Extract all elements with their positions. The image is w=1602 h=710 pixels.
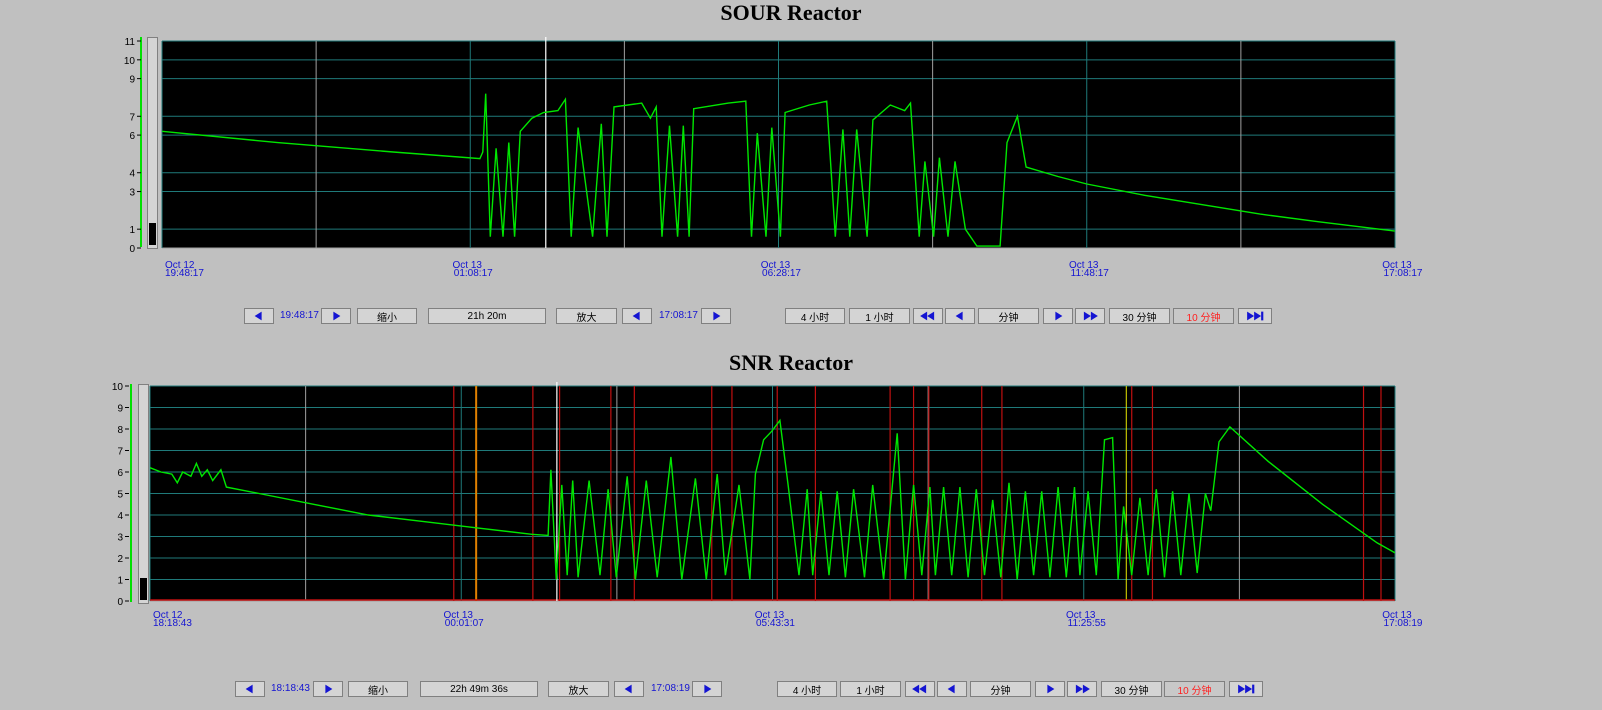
fast-forward-button[interactable] (1075, 308, 1105, 324)
arrow-left-icon (912, 684, 927, 694)
y-tick-label: 2 (117, 554, 123, 565)
x-tick-time: 19:48:17 (165, 268, 204, 279)
y-tick-label: 4 (129, 169, 135, 180)
x-tick-time: 11:25:55 (1068, 618, 1107, 629)
arrow-right-icon (325, 684, 333, 694)
y-tick-label: 10 (112, 382, 124, 393)
x-tick-time: 00:01:07 (445, 618, 484, 629)
time-span-display: 21h 20m (428, 308, 546, 324)
y-tick-label: 0 (129, 244, 135, 255)
range-1-hour-button[interactable]: 1 小时 (840, 681, 901, 697)
range-10-min-button[interactable]: 10 分钟 (1164, 681, 1225, 697)
arrow-left-icon (947, 684, 955, 694)
step-back-button[interactable] (937, 681, 967, 697)
range-30-min-button[interactable]: 30 分钟 (1109, 308, 1170, 324)
step-forward-button[interactable] (1035, 681, 1065, 697)
arrow-left-icon (955, 311, 963, 321)
zoom-in-button[interactable]: 放大 (548, 681, 609, 697)
arrow-right-icon (704, 684, 712, 694)
scroll-right-button[interactable] (313, 681, 343, 697)
time-span-display: 22h 49m 36s (420, 681, 538, 697)
zoom-in-button[interactable]: 放大 (556, 308, 617, 324)
fast-back-button[interactable] (913, 308, 943, 324)
y-tick-label: 10 (124, 56, 136, 67)
range-minutes-button[interactable]: 分钟 (978, 308, 1039, 324)
end-scroll-left-button[interactable] (622, 308, 652, 324)
arrow-right-icon (713, 311, 721, 321)
y-tick-label: 8 (117, 425, 123, 436)
jump-to-end-button[interactable] (1229, 681, 1263, 697)
skip-end-icon (1247, 311, 1264, 321)
range-30-min-button[interactable]: 30 分钟 (1101, 681, 1162, 697)
arrow-left-icon (624, 684, 632, 694)
arrow-right-icon (333, 311, 341, 321)
arrow-right-icon (1055, 311, 1063, 321)
y-tick-label: 0 (117, 597, 123, 608)
fast-back-button[interactable] (905, 681, 935, 697)
x-tick-time: 11:48:17 (1071, 268, 1110, 279)
scroll-left-button[interactable] (235, 681, 265, 697)
end-scroll-left-button[interactable] (614, 681, 644, 697)
y-tick-label: 6 (117, 468, 123, 479)
end-scroll-right-button[interactable] (701, 308, 731, 324)
scroll-right-button[interactable] (321, 308, 351, 324)
arrow-left-icon (632, 311, 640, 321)
x-tick-time: 01:08:17 (454, 268, 493, 279)
arrow-left-icon (920, 311, 935, 321)
arrow-left-icon (254, 311, 262, 321)
arrow-right-icon (1075, 684, 1090, 694)
y-tick-label: 9 (117, 404, 123, 415)
end-time-label: 17:08:17 (659, 310, 698, 321)
end-time-label: 17:08:19 (651, 683, 690, 694)
end-scroll-right-button[interactable] (692, 681, 722, 697)
fast-forward-button[interactable] (1067, 681, 1097, 697)
range-1-hour-button[interactable]: 1 小时 (849, 308, 910, 324)
zoom-out-button[interactable]: 缩小 (357, 308, 417, 324)
x-tick-time: 18:18:43 (153, 618, 192, 629)
x-tick-time: 05:43:31 (756, 618, 795, 629)
start-time-label: 19:48:17 (280, 310, 319, 321)
range-4-hours-button[interactable]: 4 小时 (785, 308, 845, 324)
skip-end-icon (1238, 684, 1255, 694)
x-tick-time: 17:08:17 (1384, 268, 1423, 279)
range-minutes-button[interactable]: 分钟 (970, 681, 1031, 697)
y-tick-label: 7 (129, 112, 135, 123)
y-tick-label: 7 (117, 447, 123, 458)
step-back-button[interactable] (945, 308, 975, 324)
plot-area[interactable]: 01346791011Oct 1219:48:17Oct 1301:08:17O… (0, 0, 1602, 300)
y-tick-label: 9 (129, 75, 135, 86)
y-tick-label: 6 (129, 131, 135, 142)
start-time-label: 18:18:43 (271, 683, 310, 694)
y-tick-label: 11 (125, 37, 136, 48)
arrow-left-icon (245, 684, 253, 694)
x-tick-time: 06:28:17 (762, 268, 801, 279)
zoom-out-button[interactable]: 缩小 (348, 681, 408, 697)
arrow-right-icon (1047, 684, 1055, 694)
jump-to-end-button[interactable] (1238, 308, 1272, 324)
y-tick-label: 1 (117, 576, 123, 587)
arrow-right-icon (1083, 311, 1098, 321)
scroll-left-button[interactable] (244, 308, 274, 324)
x-tick-time: 17:08:19 (1384, 618, 1423, 629)
y-tick-label: 3 (129, 188, 135, 199)
range-4-hours-button[interactable]: 4 小时 (777, 681, 837, 697)
y-tick-label: 1 (129, 225, 135, 236)
step-forward-button[interactable] (1043, 308, 1073, 324)
plot-area[interactable]: 012345678910Oct 1218:18:43Oct 1300:01:07… (0, 340, 1602, 640)
y-tick-label: 3 (117, 533, 123, 544)
y-tick-label: 4 (117, 511, 123, 522)
y-tick-label: 5 (117, 490, 123, 501)
range-10-min-button[interactable]: 10 分钟 (1173, 308, 1234, 324)
